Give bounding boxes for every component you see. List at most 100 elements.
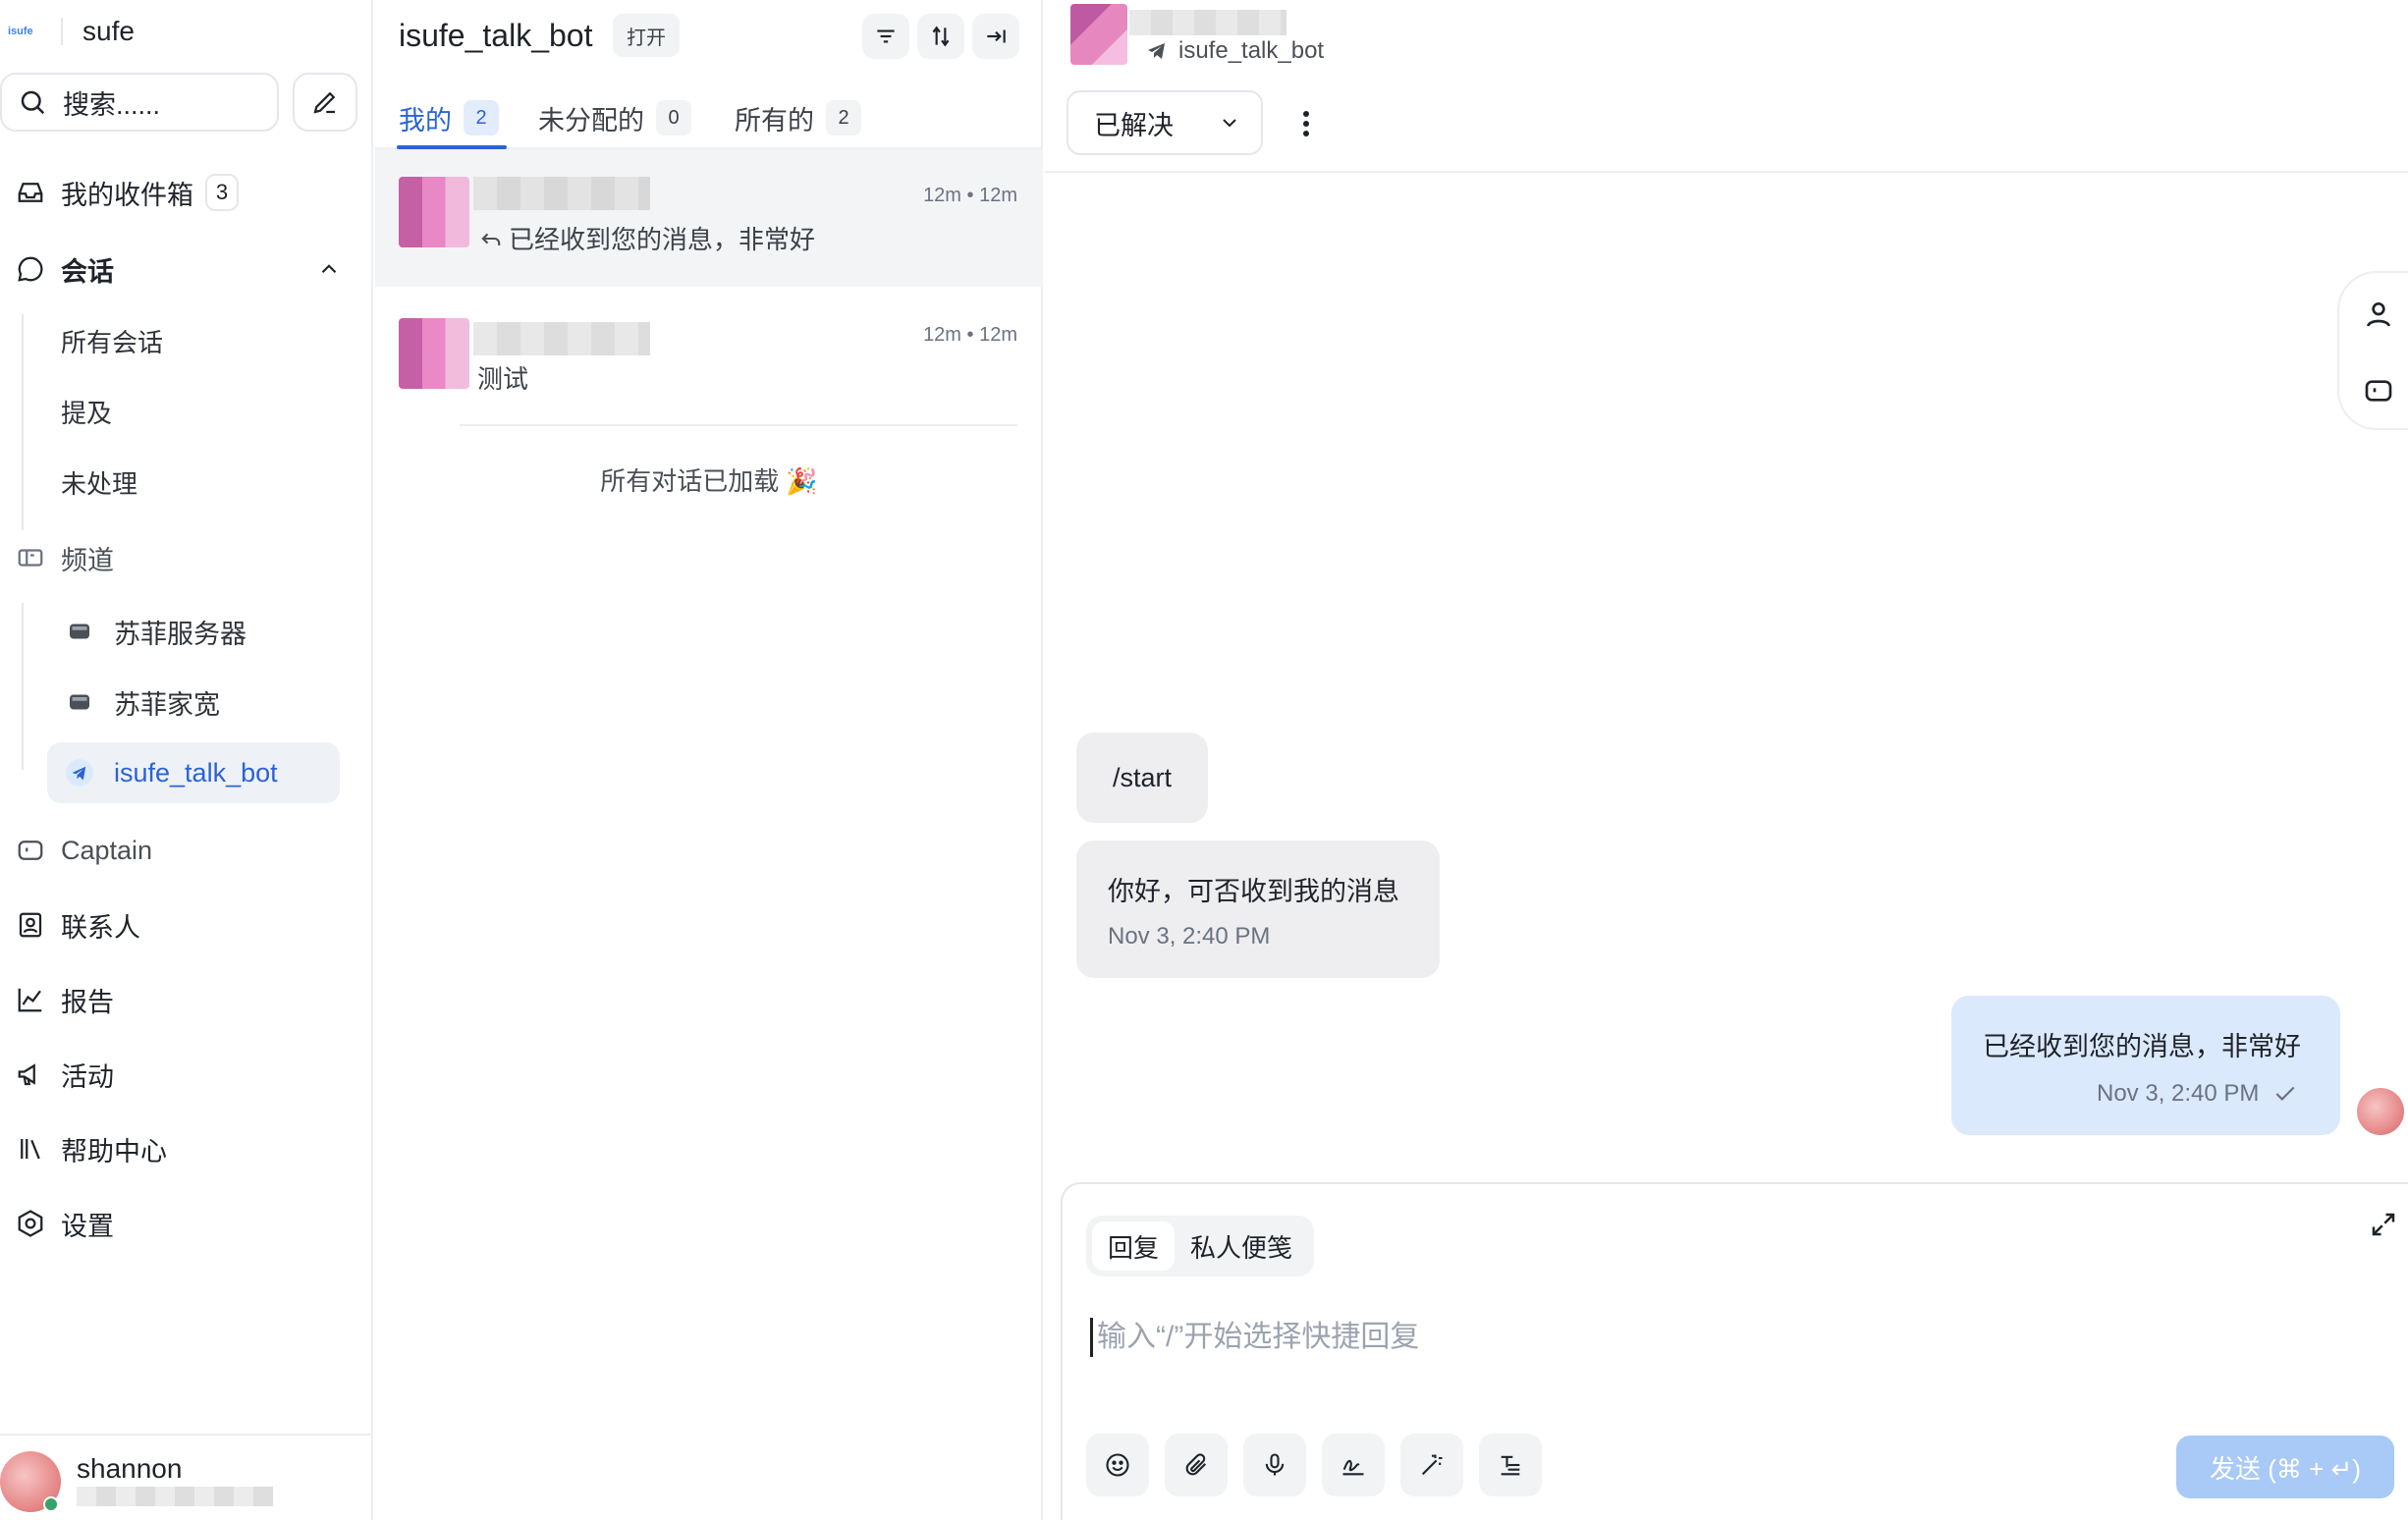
- inbox-title: isufe_talk_bot: [399, 18, 593, 53]
- sort-icon: [932, 26, 950, 47]
- message-meta: Nov 3, 2:40 PM: [2097, 1080, 2298, 1108]
- text-format-icon: [1501, 1455, 1520, 1476]
- telegram-icon: [1148, 43, 1165, 59]
- sidebar-item-unattended[interactable]: 未处理: [61, 458, 137, 507]
- chevron-up-icon[interactable]: [316, 256, 342, 282]
- filter-icon: [877, 29, 895, 43]
- channel-item-sufei-broadband[interactable]: 苏菲家宽: [47, 672, 340, 733]
- ai-assist-button[interactable]: [1400, 1434, 1463, 1496]
- vertical-dots-icon: [1303, 111, 1309, 136]
- status-filter-chip[interactable]: 打开: [613, 14, 680, 57]
- captain-icon: [18, 841, 43, 860]
- sidebar-item-channels[interactable]: 频道: [0, 530, 114, 585]
- tab-private-note[interactable]: 私人便笺: [1175, 1221, 1308, 1271]
- filter-button[interactable]: [862, 14, 909, 59]
- conversation-header: isufe_talk_bot 已解决: [1045, 0, 2408, 173]
- conversation-time: 12m • 12m: [923, 185, 1017, 206]
- more-actions-button[interactable]: [1290, 104, 1322, 143]
- chevron-down-icon: [1223, 119, 1236, 128]
- chat-bubble-icon: [18, 256, 43, 282]
- conversation-item[interactable]: 12m • 12m 测试: [375, 287, 1043, 424]
- contact-name-redacted: [473, 177, 650, 210]
- account-name[interactable]: sufe: [82, 16, 135, 47]
- signature-button[interactable]: [1322, 1434, 1385, 1496]
- search-input[interactable]: 搜索......: [0, 73, 279, 132]
- sidebar-item-captain[interactable]: Captain: [0, 823, 152, 878]
- user-email-redacted: [77, 1487, 273, 1506]
- conversation-time: 12m • 12m: [923, 324, 1017, 346]
- sidebar-item-label: 联系人: [61, 912, 140, 943]
- sidebar-item-contacts[interactable]: 联系人: [0, 897, 140, 952]
- sidebar-item-label: Captain: [61, 835, 153, 865]
- send-button[interactable]: 发送 (⌘ + ↵): [2176, 1436, 2394, 1498]
- sidebar-item-label: 活动: [61, 1061, 114, 1092]
- sidebar-item-settings[interactable]: 设置: [0, 1196, 114, 1251]
- brand: isufe sufe: [8, 12, 135, 51]
- brand-logo[interactable]: isufe: [8, 26, 47, 37]
- contacts-icon: [19, 912, 42, 938]
- channel-icon: [18, 549, 43, 567]
- sidebar-item-label: 报告: [61, 987, 114, 1017]
- user-name: shannon: [77, 1453, 183, 1484]
- collapse-panel-button[interactable]: [972, 14, 1019, 59]
- conversation-preview: 测试: [477, 359, 528, 396]
- tab-unassigned[interactable]: 未分配的 0: [538, 90, 691, 145]
- voice-button[interactable]: [1243, 1434, 1306, 1496]
- telegram-icon: [66, 759, 93, 787]
- sidebar-item-campaigns[interactable]: 活动: [0, 1047, 114, 1102]
- tab-label: 未分配的: [538, 105, 644, 136]
- canned-response-button[interactable]: [1479, 1434, 1542, 1496]
- check-icon: [2275, 1086, 2295, 1101]
- message-incoming: /start: [1076, 733, 1208, 823]
- sidebar-item-conversations[interactable]: 会话: [0, 242, 373, 297]
- conversation-list: isufe_talk_bot 打开 我的 2 未分配的 0 所有的 2 12m …: [375, 0, 1043, 1520]
- user-profile[interactable]: shannon: [0, 1434, 373, 1520]
- tab-reply[interactable]: 回复: [1092, 1221, 1176, 1271]
- count-badge: 3: [205, 174, 239, 211]
- sidebar-toggle-rail: [2337, 271, 2408, 430]
- channel-label: 苏菲服务器: [114, 619, 246, 649]
- conversation-panel: isufe_talk_bot 已解决 /start 你好，可否收到我的消息 No…: [1045, 0, 2408, 1520]
- sidebar-item-inbox[interactable]: 我的收件箱 3: [0, 165, 239, 220]
- preview-text: 已经收到您的消息，非常好: [509, 225, 816, 254]
- captain-icon[interactable]: [2363, 375, 2394, 407]
- api-channel-icon: [70, 694, 89, 710]
- sidebar-item-all-conversations[interactable]: 所有会话: [61, 316, 163, 365]
- status-value: 已解决: [1094, 110, 1174, 140]
- sidebar-item-label: 设置: [61, 1211, 114, 1241]
- channel-item-isufe-talk-bot[interactable]: isufe_talk_bot: [47, 742, 340, 803]
- emoji-button[interactable]: [1086, 1434, 1149, 1496]
- online-status-dot: [43, 1496, 59, 1512]
- tab-label: 所有的: [735, 105, 814, 136]
- channel-label: 苏菲家宽: [114, 689, 220, 720]
- sidebar-item-help-center[interactable]: 帮助中心: [0, 1121, 167, 1176]
- channel-item-sufei-server[interactable]: 苏菲服务器: [47, 601, 340, 662]
- avatar: [2357, 1088, 2404, 1135]
- tab-mine[interactable]: 我的 2: [399, 90, 499, 145]
- inbox-name: isufe_talk_bot: [1178, 37, 1325, 64]
- conversation-item[interactable]: 12m • 12m 已经收到您的消息，非常好: [375, 149, 1043, 287]
- expand-icon[interactable]: [2369, 1210, 2398, 1239]
- sort-button[interactable]: [917, 14, 964, 59]
- contact-name-redacted[interactable]: [1129, 10, 1286, 35]
- reply-input[interactable]: 输入“/”开始选择快捷回复: [1090, 1318, 2269, 1357]
- message-incoming: 你好，可否收到我的消息 Nov 3, 2:40 PM: [1076, 841, 1440, 978]
- sidebar-item-reports[interactable]: 报告: [0, 972, 114, 1027]
- user-icon[interactable]: [2363, 299, 2394, 330]
- sidebar-item-label: 帮助中心: [61, 1136, 167, 1167]
- search-icon: [21, 90, 45, 115]
- compose-button[interactable]: [293, 73, 357, 132]
- arrow-right-to-line-icon: [987, 29, 1006, 43]
- sidebar-item-label: 频道: [61, 545, 114, 575]
- search-placeholder: 搜索......: [63, 89, 161, 120]
- sidebar-item-label: 会话: [61, 256, 114, 287]
- avatar: [399, 177, 469, 247]
- divider: [61, 18, 63, 45]
- tab-all[interactable]: 所有的 2: [735, 90, 861, 145]
- attach-button[interactable]: [1165, 1434, 1228, 1496]
- api-channel-icon: [70, 624, 89, 639]
- paperclip-icon: [1185, 1453, 1207, 1476]
- sidebar-item-mentions[interactable]: 提及: [61, 387, 112, 436]
- status-dropdown[interactable]: 已解决: [1067, 90, 1263, 155]
- message-text: 已经收到您的消息，非常好: [1983, 1032, 2301, 1061]
